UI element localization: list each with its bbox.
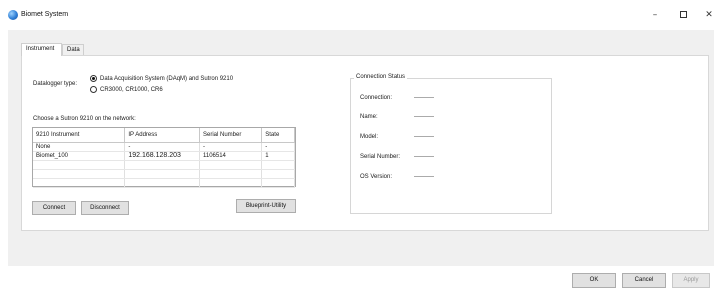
radio-campbell-label[interactable]: CR3000, CR1000, CR6 [100, 87, 163, 93]
status-serial-value: ---------- [414, 154, 434, 160]
tab-instrument[interactable]: Instrument [21, 43, 62, 56]
close-button[interactable]: ✕ [698, 7, 714, 23]
title-bar: Biomet System – ✕ [0, 0, 714, 30]
connection-status-title: Connection Status [354, 74, 408, 80]
disconnect-button[interactable]: Disconnect [81, 201, 129, 215]
column-header-instrument[interactable]: 9210 Instrument [33, 128, 126, 143]
cancel-button[interactable]: Cancel [622, 273, 666, 288]
instrument-grid[interactable]: 9210 Instrument IP Address Serial Number… [32, 127, 296, 188]
table-row-empty [33, 160, 295, 170]
cell-instrument: Biomet_100 [33, 151, 126, 161]
apply-button[interactable]: Apply [672, 273, 710, 288]
radio-daqm-sutron[interactable] [90, 75, 97, 82]
blueprint-utility-button[interactable]: Blueprint-Utility [236, 199, 296, 213]
column-header-ip[interactable]: IP Address [124, 128, 200, 143]
status-serial-label: Serial Number: [360, 154, 401, 160]
cell-serial: - [199, 142, 263, 152]
cell-serial: 1106514 [199, 151, 263, 161]
status-name-label: Name: [360, 114, 378, 120]
cell-ip: 192.168.128.203 [124, 151, 200, 161]
status-connection-value: ---------- [414, 95, 434, 101]
table-row-empty [33, 169, 295, 179]
app-logo-icon [8, 10, 18, 20]
table-row[interactable]: None - - - [33, 142, 295, 152]
ok-button[interactable]: OK [572, 273, 616, 288]
table-row[interactable]: Biomet_100 192.168.128.203 1106514 1 [33, 151, 295, 161]
network-chooser-label: Choose a Sutron 9210 on the network: [33, 116, 136, 122]
column-header-state[interactable]: State [261, 128, 295, 143]
datalogger-type-label: Datalogger type: [33, 81, 78, 87]
window-title: Biomet System [21, 11, 69, 18]
column-header-serial[interactable]: Serial Number [199, 128, 263, 143]
status-os-version-value: ---------- [414, 174, 434, 180]
cell-state: - [261, 142, 295, 152]
cell-instrument: None [33, 142, 126, 152]
cell-state: 1 [261, 151, 295, 161]
status-model-value: ---------- [414, 134, 434, 140]
radio-campbell[interactable] [90, 86, 97, 93]
grid-header-row: 9210 Instrument IP Address Serial Number… [33, 128, 295, 143]
radio-daqm-sutron-label[interactable]: Data Acquisition System (DAqM) and Sutro… [100, 76, 233, 82]
cell-ip: - [124, 142, 200, 152]
table-row-empty [33, 178, 295, 188]
status-name-value: ---------- [414, 114, 434, 120]
connect-button[interactable]: Connect [32, 201, 76, 215]
status-connection-label: Connection: [360, 95, 393, 101]
status-model-label: Model: [360, 134, 379, 140]
maximize-icon [679, 11, 687, 18]
maximize-button[interactable] [672, 7, 694, 23]
status-os-version-label: OS Version: [360, 174, 393, 180]
minimize-button[interactable]: – [644, 7, 666, 23]
